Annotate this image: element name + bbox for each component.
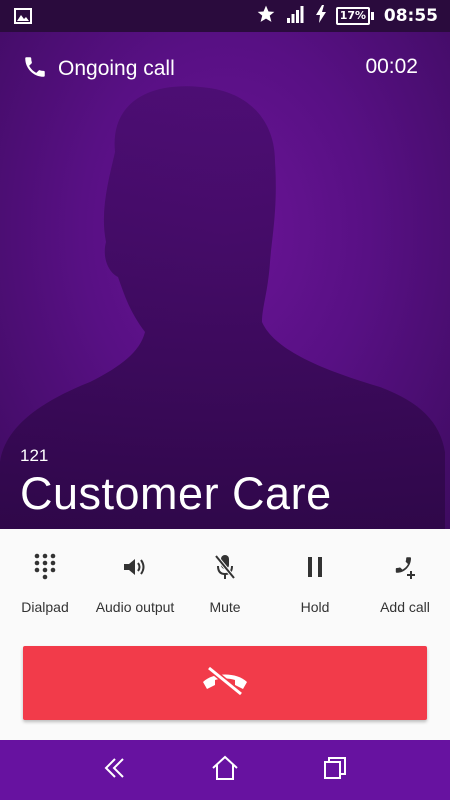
speaker-icon xyxy=(122,547,148,587)
end-call-icon xyxy=(199,665,251,700)
back-button[interactable] xyxy=(85,740,145,800)
mic-off-icon xyxy=(213,547,237,587)
call-actions: Dialpad Audio output Mute Hold Add call xyxy=(0,547,450,615)
add-call-icon xyxy=(391,547,419,587)
dialpad-button[interactable]: Dialpad xyxy=(0,547,90,615)
contact-silhouette-icon xyxy=(0,86,445,529)
call-controls: Dialpad Audio output Mute Hold Add call xyxy=(0,529,450,740)
charging-icon xyxy=(315,5,326,27)
home-button[interactable] xyxy=(195,740,255,800)
status-bar: 17% 08:55 xyxy=(0,0,450,32)
dialpad-icon xyxy=(33,547,57,587)
battery-percent: 17% xyxy=(335,7,370,25)
star-icon xyxy=(256,4,276,28)
image-notification-icon xyxy=(14,8,32,28)
call-status: Ongoing call xyxy=(58,57,175,80)
battery-icon: 17% xyxy=(335,7,374,25)
call-timer: 00:02 xyxy=(365,55,418,78)
caller-name: Customer Care xyxy=(20,468,332,519)
audio-output-button[interactable]: Audio output xyxy=(90,547,180,615)
dialpad-label: Dialpad xyxy=(21,599,69,615)
phone-icon xyxy=(22,54,48,84)
end-call-button[interactable] xyxy=(23,646,427,720)
mute-button[interactable]: Mute xyxy=(180,547,270,615)
home-icon xyxy=(211,755,239,785)
add-call-button[interactable]: Add call xyxy=(360,547,450,615)
recents-icon xyxy=(323,756,347,784)
back-icon xyxy=(103,756,127,784)
status-time: 08:55 xyxy=(383,6,438,26)
caller-hero: Ongoing call 00:02 121 Customer Care xyxy=(0,32,450,529)
signal-icon xyxy=(286,4,306,28)
caller-number: 121 xyxy=(20,446,49,465)
hold-button[interactable]: Hold xyxy=(270,547,360,615)
audio-output-label: Audio output xyxy=(95,599,175,615)
navigation-bar xyxy=(0,740,450,800)
hold-label: Hold xyxy=(300,599,330,615)
call-header: Ongoing call xyxy=(22,54,175,84)
add-call-label: Add call xyxy=(380,599,430,615)
mute-label: Mute xyxy=(209,599,241,615)
pause-icon xyxy=(305,547,325,587)
recents-button[interactable] xyxy=(305,740,365,800)
